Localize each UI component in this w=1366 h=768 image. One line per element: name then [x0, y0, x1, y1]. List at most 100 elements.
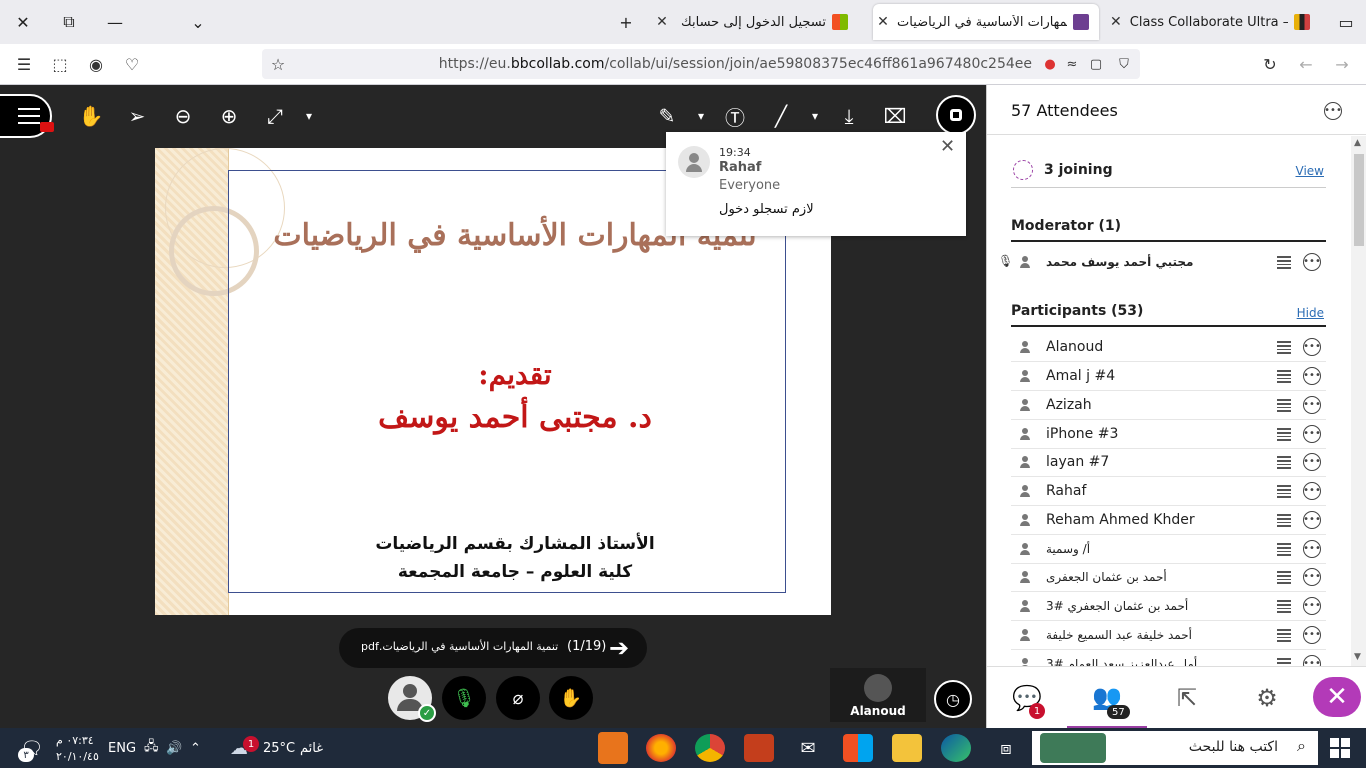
list-icon[interactable] — [1277, 399, 1291, 412]
address-bar[interactable]: ☆ https://eu.bbcollab.com/collab/ui/sess… — [262, 49, 1140, 79]
fit-page-icon[interactable]: ⤢ — [258, 99, 292, 133]
list-icon[interactable] — [1277, 456, 1291, 469]
more-options-icon[interactable]: ••• — [1303, 482, 1321, 500]
shape-dropdown-icon[interactable]: ▾ — [798, 99, 832, 133]
close-panel-button[interactable]: ✕ — [1313, 677, 1361, 717]
close-window-icon[interactable]: ✕ — [11, 10, 35, 34]
zoom-in-icon[interactable]: ⊕ — [212, 99, 246, 133]
list-icon[interactable] — [1277, 256, 1291, 269]
close-icon[interactable]: ✕ — [940, 136, 955, 157]
pan-hand-icon[interactable]: ✋ — [74, 99, 108, 133]
participant-row[interactable]: layan #7 ••• — [1011, 448, 1326, 477]
scroll-up-icon[interactable]: ▲ — [1354, 138, 1361, 148]
pencil-dropdown-icon[interactable]: ▾ — [684, 99, 718, 133]
download-icon[interactable]: ⤓ — [832, 99, 866, 133]
participant-row[interactable]: أحمد خليفة عبد السميع خليفة ••• — [1011, 621, 1326, 650]
chrome-app-icon[interactable] — [695, 734, 725, 762]
participant-row[interactable]: أحمد بن عثمان الجعفرى ••• — [1011, 563, 1326, 592]
more-options-icon[interactable]: ••• — [1303, 626, 1321, 644]
more-options-icon[interactable]: ••• — [1324, 102, 1342, 120]
list-icon[interactable] — [1277, 658, 1291, 666]
shield-icon[interactable]: ⛉ — [1112, 52, 1136, 76]
tab-class-collaborate[interactable]: ✕ Class Collaborate Ultra – تمارين — [1106, 4, 1316, 40]
more-options-icon[interactable]: ••• — [1303, 568, 1321, 586]
mail-app-icon[interactable]: ✉ — [794, 734, 822, 762]
chevron-up-icon[interactable]: ⌃ — [190, 734, 201, 762]
list-icon[interactable] — [1277, 543, 1291, 556]
zoom-out-icon[interactable]: ⊖ — [166, 99, 200, 133]
weather-temperature[interactable]: 25°C — [263, 734, 295, 762]
tab-close-icon[interactable]: ✕ — [873, 14, 893, 30]
timer-icon[interactable]: ◷ — [934, 680, 972, 718]
more-options-icon[interactable]: ••• — [1303, 425, 1321, 443]
task-view-icon[interactable]: ⧈ — [992, 734, 1020, 762]
pdf-reader-app-icon[interactable] — [598, 732, 628, 764]
pencil-icon[interactable]: ✎ — [650, 99, 684, 133]
session-menu-button[interactable] — [0, 94, 54, 138]
tab-login[interactable]: ✕ تسجيل الدخول إلى حسابك — [652, 4, 868, 40]
clock-time[interactable]: ٠٧:٣٤ م — [56, 732, 94, 748]
participant-row[interactable]: Reham Ahmed Khder ••• — [1011, 506, 1326, 535]
list-icon[interactable] — [1277, 341, 1291, 354]
attendees-scrollbar[interactable]: ▲ ▼ — [1351, 136, 1366, 666]
participant-row[interactable]: أحمد بن عثمان الجعفري #3 ••• — [1011, 592, 1326, 621]
next-slide-icon[interactable]: ➔ — [609, 634, 629, 662]
text-tool-icon[interactable]: Ⓣ — [718, 99, 752, 133]
participant-row[interactable]: Rahaf ••• — [1011, 477, 1326, 506]
clear-whiteboard-icon[interactable]: ⌧ — [878, 99, 912, 133]
stop-sharing-button[interactable] — [936, 95, 976, 135]
fit-dropdown-icon[interactable]: ▾ — [292, 99, 326, 133]
list-tabs-icon[interactable]: ⌄ — [186, 10, 210, 34]
network-icon[interactable]: 🖧 — [144, 734, 159, 762]
bookmark-star-icon[interactable]: ☆ — [266, 52, 290, 76]
forward-icon[interactable]: → — [1330, 52, 1354, 76]
extensions-icon[interactable]: ⬚ — [48, 52, 72, 76]
tab-collab-session[interactable]: ✕ تنمية المهارات الأساسية في الرياضيات — [873, 4, 1099, 40]
account-icon[interactable]: ◉ — [84, 52, 108, 76]
new-tab-icon[interactable]: + — [614, 10, 638, 34]
more-options-icon[interactable]: ••• — [1303, 597, 1321, 615]
moderator-row[interactable]: مجتبي أحمد يوسف محمد ••• — [1011, 248, 1326, 277]
volume-icon[interactable]: 🔊 — [166, 734, 182, 762]
my-status-button[interactable]: ✓ — [388, 676, 436, 722]
more-options-icon[interactable]: ••• — [1303, 253, 1321, 271]
clock-date[interactable]: ٢٠/١٠/٤٥ — [56, 748, 99, 764]
participant-row[interactable]: Amal j #4 ••• — [1011, 362, 1326, 391]
microphone-button[interactable]: 🎙 — [442, 676, 486, 720]
list-icon[interactable] — [1277, 485, 1291, 498]
participant-row[interactable]: أمل عبدالعزيز سعد العمام #3 ••• — [1011, 650, 1326, 666]
pointer-icon[interactable]: ➢ — [120, 99, 154, 133]
firefox-app-icon[interactable] — [646, 734, 676, 762]
start-button[interactable] — [1330, 738, 1350, 758]
list-icon[interactable] — [1277, 428, 1291, 441]
more-options-icon[interactable]: ••• — [1303, 655, 1321, 666]
list-icon[interactable] — [1277, 370, 1291, 383]
more-options-icon[interactable]: ••• — [1303, 396, 1321, 414]
scroll-thumb[interactable] — [1354, 154, 1364, 246]
settings-tab[interactable]: ⚙ — [1227, 667, 1307, 729]
search-input[interactable]: اكتب هنا للبحث — [1189, 739, 1278, 755]
microphone-icon[interactable]: ● — [1038, 52, 1062, 76]
participant-row[interactable]: Alanoud ••• — [1011, 333, 1326, 362]
tab-close-icon[interactable]: ✕ — [1106, 14, 1126, 30]
attendees-tab[interactable]: 👥 57 — [1067, 667, 1147, 729]
participant-row[interactable]: Azizah ••• — [1011, 391, 1326, 420]
tab-manager-icon[interactable]: ▭ — [1334, 10, 1358, 34]
share-content-tab[interactable]: ⇱ — [1147, 667, 1227, 729]
edge-app-icon[interactable] — [941, 734, 971, 762]
reload-icon[interactable]: ↻ — [1258, 52, 1282, 76]
menu-icon[interactable]: ☰ — [12, 52, 36, 76]
back-icon[interactable]: ← — [1294, 52, 1318, 76]
pocket-icon[interactable]: ♡ — [120, 52, 144, 76]
more-options-icon[interactable]: ••• — [1303, 540, 1321, 558]
tab-close-icon[interactable]: ✕ — [652, 14, 672, 30]
store-app-icon[interactable] — [843, 734, 873, 762]
chat-notification[interactable]: 19:34 Rahaf Everyone لازم تسجلو دخول ✕ — [666, 132, 966, 236]
list-icon[interactable] — [1277, 514, 1291, 527]
view-joining-link[interactable]: View — [1296, 164, 1324, 178]
hide-participants-link[interactable]: Hide — [1297, 306, 1324, 320]
restore-window-icon[interactable]: ⧉ — [57, 10, 81, 34]
more-options-icon[interactable]: ••• — [1303, 511, 1321, 529]
line-tool-icon[interactable]: ╱ — [764, 99, 798, 133]
participant-row[interactable]: أ/ وسمية ••• — [1011, 535, 1326, 564]
